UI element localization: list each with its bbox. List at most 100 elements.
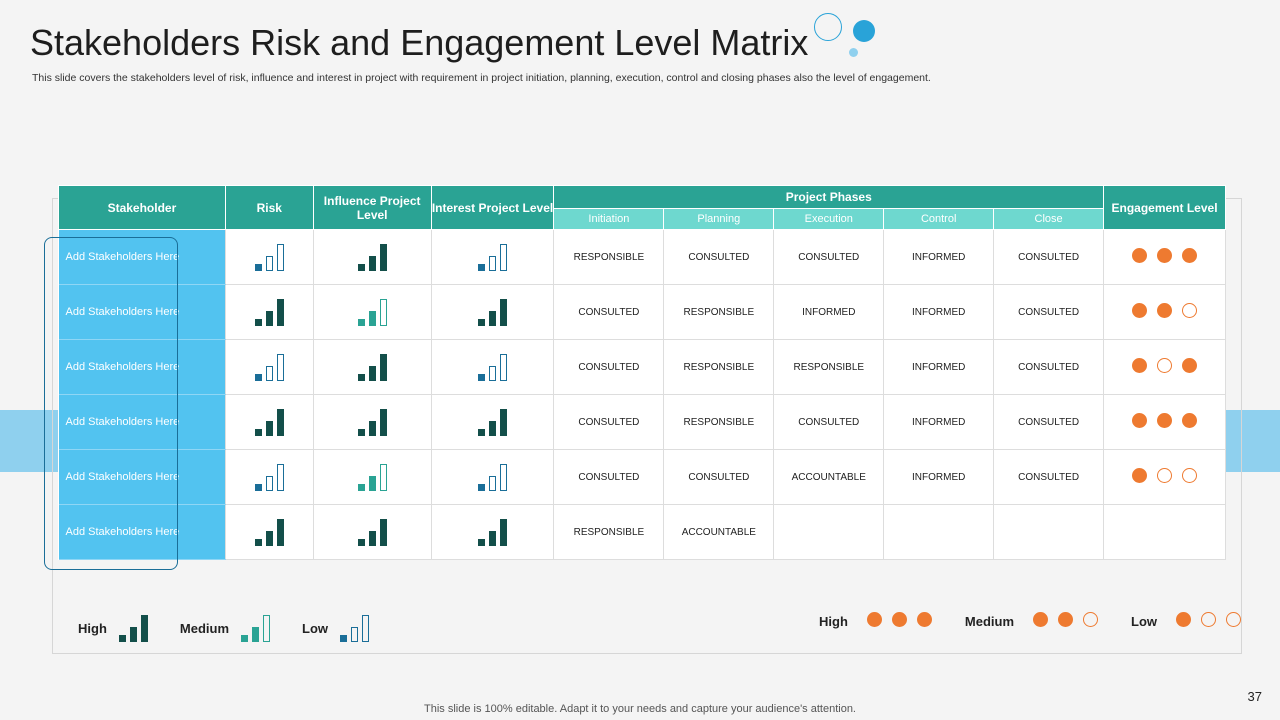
influence-cell xyxy=(312,449,432,505)
phase-cell: INFORMED xyxy=(883,284,995,340)
bar xyxy=(478,538,486,546)
page-subtitle: This slide covers the stakeholders level… xyxy=(32,72,931,84)
bar xyxy=(276,243,284,271)
bar xyxy=(368,420,376,436)
bar xyxy=(254,263,262,271)
table-row: Add Stakeholders Here CONSULTED RESPONSIBL… xyxy=(58,394,1226,450)
phase-cell xyxy=(993,504,1105,560)
bar xyxy=(368,255,376,271)
phase-cell: CONSULTED xyxy=(773,394,885,450)
bar xyxy=(489,530,497,546)
phase-cell: ACCOUNTABLE xyxy=(773,449,885,505)
bar xyxy=(489,420,497,436)
phase-cell: CONSULTED xyxy=(553,284,665,340)
engagement-dot xyxy=(1182,248,1198,263)
engagement-dot xyxy=(1132,468,1148,483)
phase-cell: CONSULTED xyxy=(993,449,1105,505)
phase-cell: INFORMED xyxy=(773,284,885,340)
interest-cell xyxy=(430,449,555,505)
bar xyxy=(500,243,508,271)
phase-cell: RESPONSIBLE xyxy=(663,394,775,450)
level-bars-icon-low xyxy=(254,351,284,381)
bar xyxy=(368,365,376,381)
bar xyxy=(478,263,486,271)
level-bars-icon-low xyxy=(340,612,370,642)
header-engagement: Engagement Level xyxy=(1103,185,1226,230)
engagement-dot xyxy=(1157,303,1173,318)
phase-cell: RESPONSIBLE xyxy=(663,284,775,340)
table-row: Add Stakeholders Here CONSULTED CONSULTED A… xyxy=(58,449,1226,505)
level-bars-icon-medium xyxy=(357,461,387,491)
influence-cell xyxy=(312,339,432,395)
page-number: 37 xyxy=(1247,689,1262,704)
engagement-dot xyxy=(1157,358,1173,373)
bar xyxy=(254,538,262,546)
level-bars-icon-high xyxy=(357,241,387,271)
risk-cell xyxy=(224,504,314,560)
phase-cell: INFORMED xyxy=(883,394,995,450)
bar xyxy=(379,298,387,326)
header-interest: Interest Project Level xyxy=(430,185,555,230)
header-phase: Close xyxy=(993,208,1105,230)
bar xyxy=(276,518,284,546)
engagement-dot xyxy=(1157,468,1173,483)
level-bars-icon-high xyxy=(478,296,508,326)
bar xyxy=(276,408,284,436)
level-bars-icon-medium xyxy=(357,296,387,326)
phase-cell: RESPONSIBLE xyxy=(773,339,885,395)
bar xyxy=(357,373,365,381)
engagement-dot xyxy=(1132,248,1148,263)
influence-cell xyxy=(312,504,432,560)
engagement-dot xyxy=(1226,612,1242,627)
engagement-cell xyxy=(1103,229,1226,285)
interest-cell xyxy=(430,339,555,395)
bar xyxy=(500,408,508,436)
phase-cell: INFORMED xyxy=(883,229,995,285)
phase-cell: CONSULTED xyxy=(993,339,1105,395)
header-phase: Execution xyxy=(773,208,885,230)
phase-cell: CONSULTED xyxy=(773,229,885,285)
bar xyxy=(478,318,486,326)
engagement-dot xyxy=(1182,413,1198,428)
bar xyxy=(140,615,148,642)
engagement-dot xyxy=(1132,413,1148,428)
engagement-cell xyxy=(1103,449,1226,505)
header-phase: Initiation xyxy=(553,208,665,230)
page-title: Stakeholders Risk and Engagement Level M… xyxy=(30,22,809,63)
interest-cell xyxy=(430,229,555,285)
decor-circle xyxy=(849,48,858,57)
bar xyxy=(368,475,376,491)
header-risk: Risk xyxy=(224,185,314,230)
header-phases: Project Phases xyxy=(553,185,1105,209)
engagement-dot xyxy=(916,612,932,627)
legend-engagement: High Medium Low xyxy=(819,612,1246,630)
bar xyxy=(368,310,376,326)
phase-cell: RESPONSIBLE xyxy=(553,504,665,560)
legend-label: Low xyxy=(1131,613,1158,629)
risk-cell xyxy=(224,284,314,340)
bar xyxy=(357,318,365,326)
matrix-table: Stakeholder Risk Influence Project Level… xyxy=(58,185,1226,560)
phase-cell: CONSULTED xyxy=(663,229,775,285)
engagement-dot xyxy=(1157,413,1173,428)
influence-cell xyxy=(312,394,432,450)
interest-cell xyxy=(430,284,555,340)
header-influence: Influence Project Level xyxy=(312,185,432,230)
influence-cell xyxy=(312,284,432,340)
bar xyxy=(489,255,497,271)
bar xyxy=(500,298,508,326)
bar xyxy=(254,428,262,436)
engagement-dot xyxy=(866,612,882,627)
bar xyxy=(265,365,273,381)
risk-cell xyxy=(224,229,314,285)
legend-label: High xyxy=(78,621,107,636)
bar xyxy=(379,243,387,271)
phase-cell: ACCOUNTABLE xyxy=(663,504,775,560)
level-bars-icon-high xyxy=(478,406,508,436)
bar xyxy=(254,373,262,381)
level-bars-icon-high xyxy=(478,516,508,546)
phase-cell xyxy=(883,504,995,560)
engagement-dot xyxy=(1201,612,1217,627)
bar xyxy=(357,428,365,436)
bar xyxy=(478,483,486,491)
